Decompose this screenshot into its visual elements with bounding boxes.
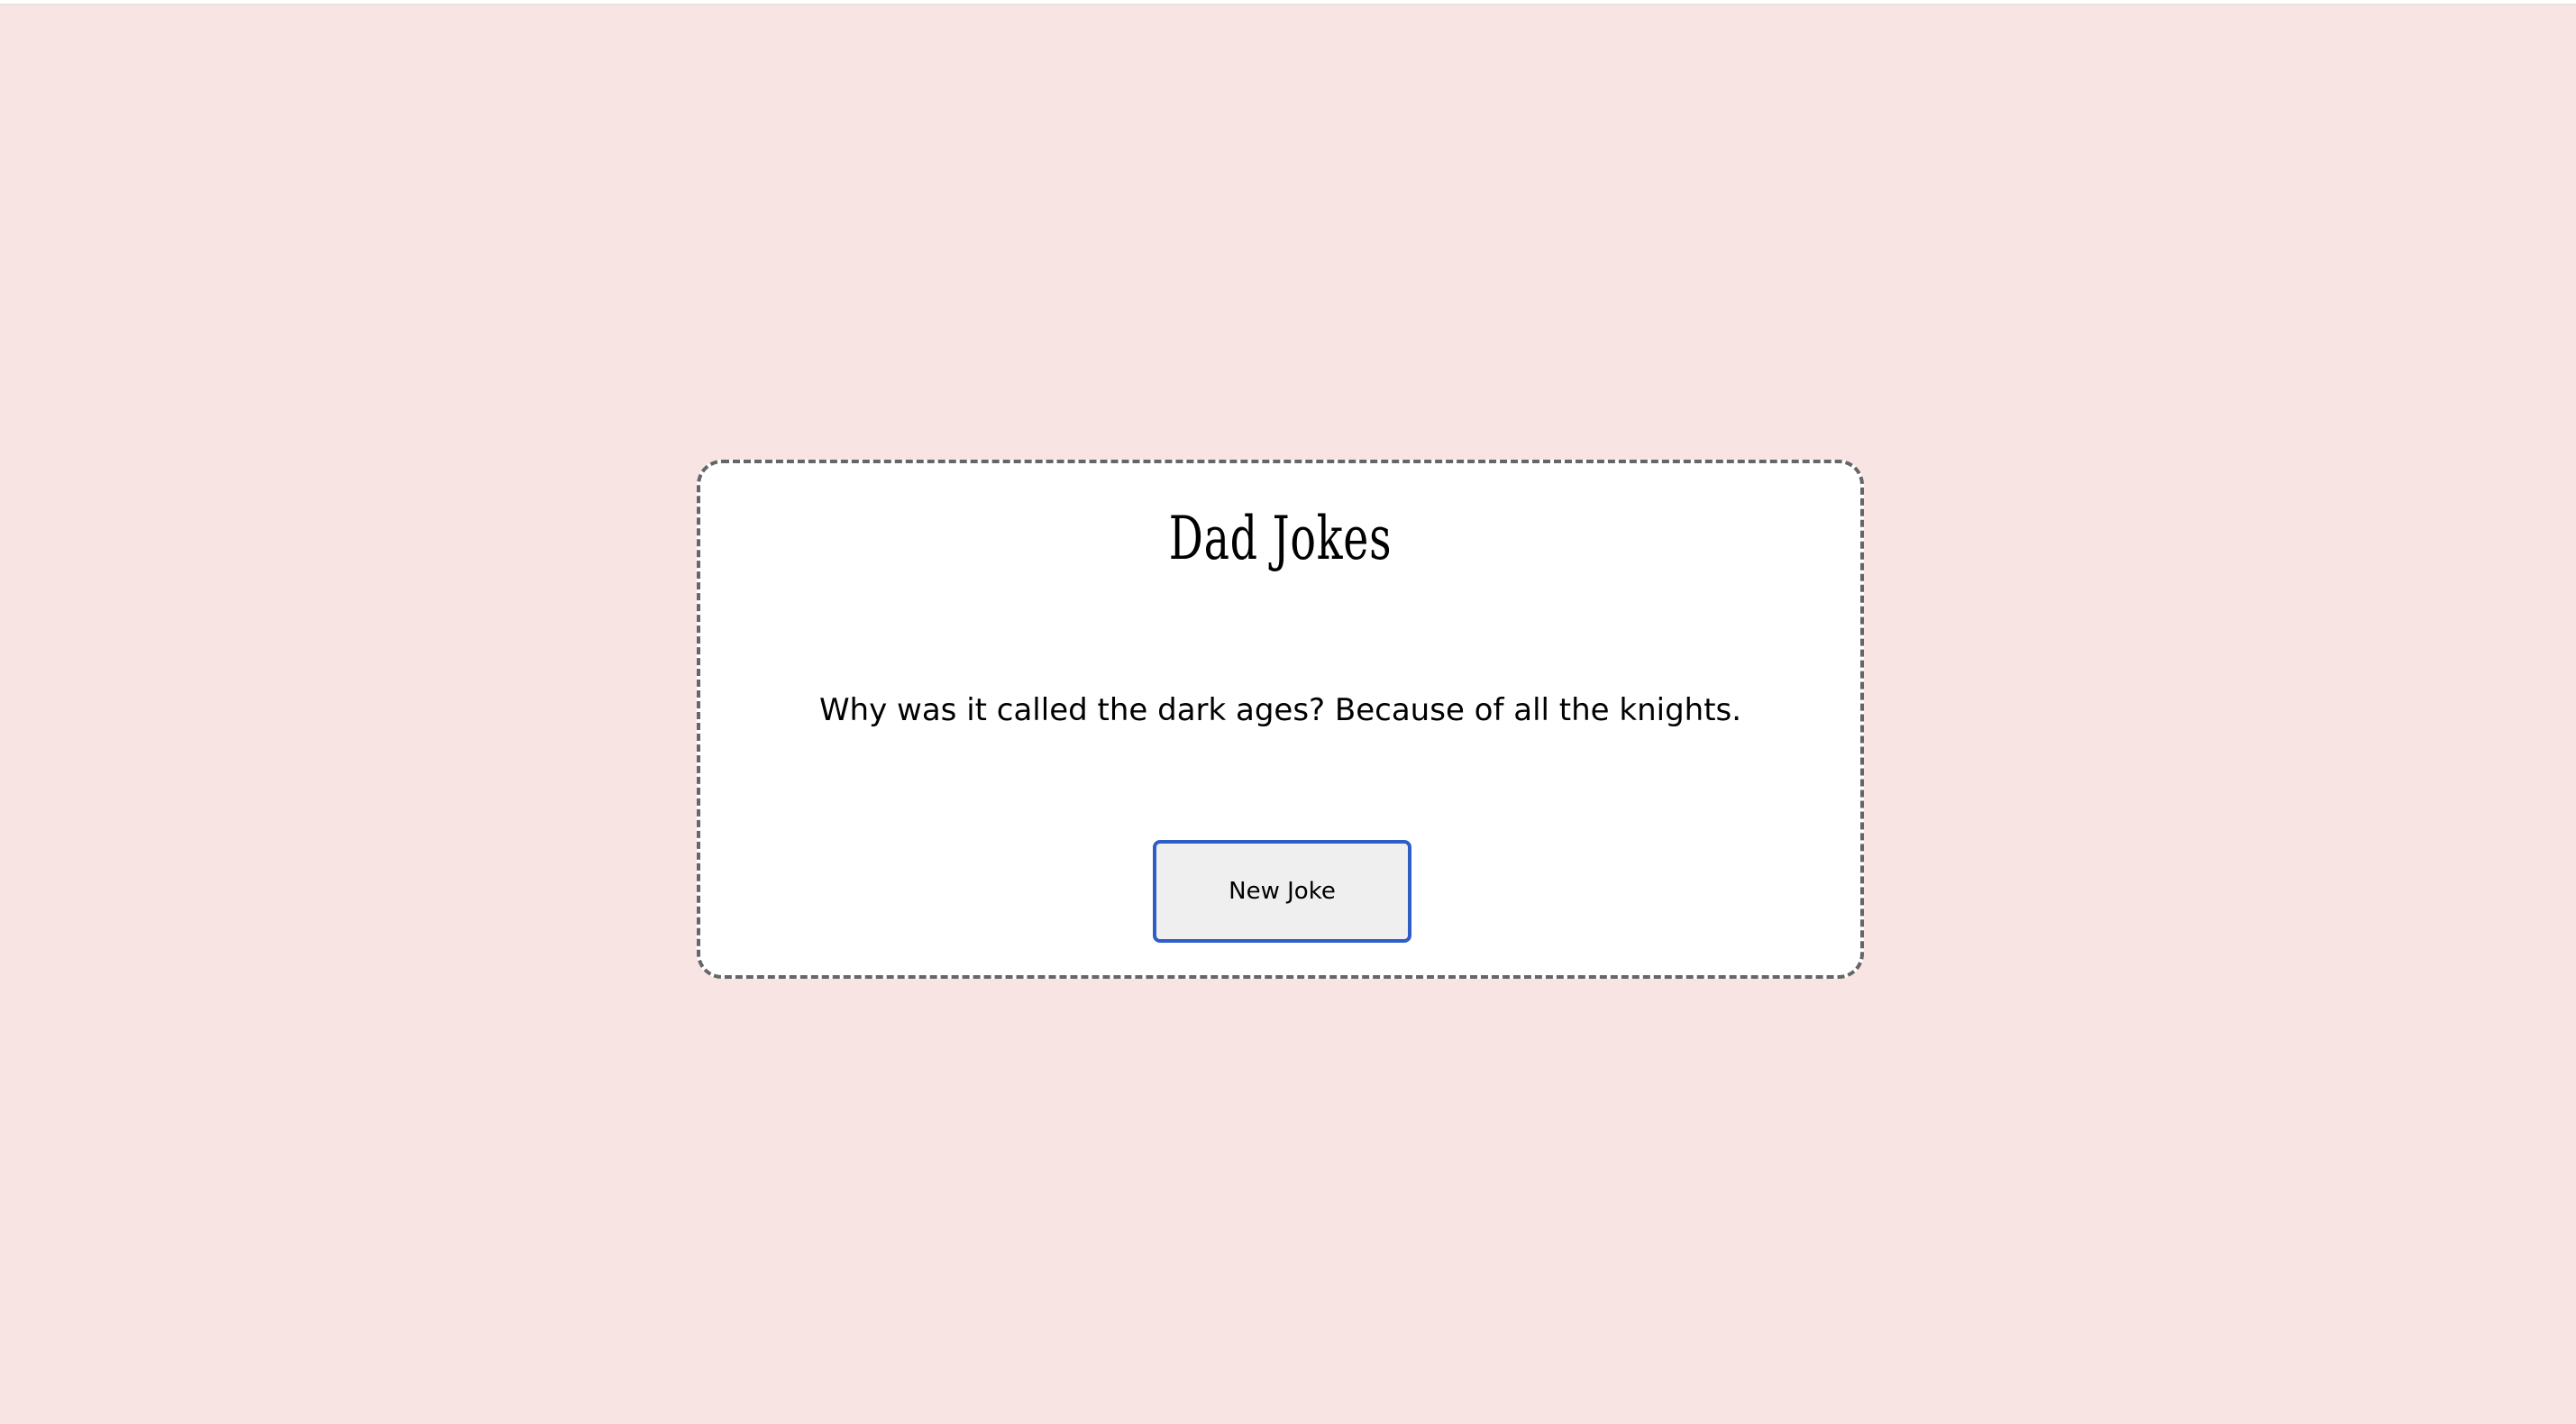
page-title: Dad Jokes	[1168, 504, 1393, 573]
joke-card: Dad Jokes Why was it called the dark age…	[697, 460, 1864, 979]
page-background: { "app": { "title": "Dad Jokes" }, "joke…	[0, 0, 2576, 1424]
new-joke-button[interactable]: New Joke	[1153, 840, 1411, 943]
browser-top-divider	[0, 0, 2576, 5]
joke-text: Why was it called the dark ages? Because…	[818, 692, 1742, 728]
